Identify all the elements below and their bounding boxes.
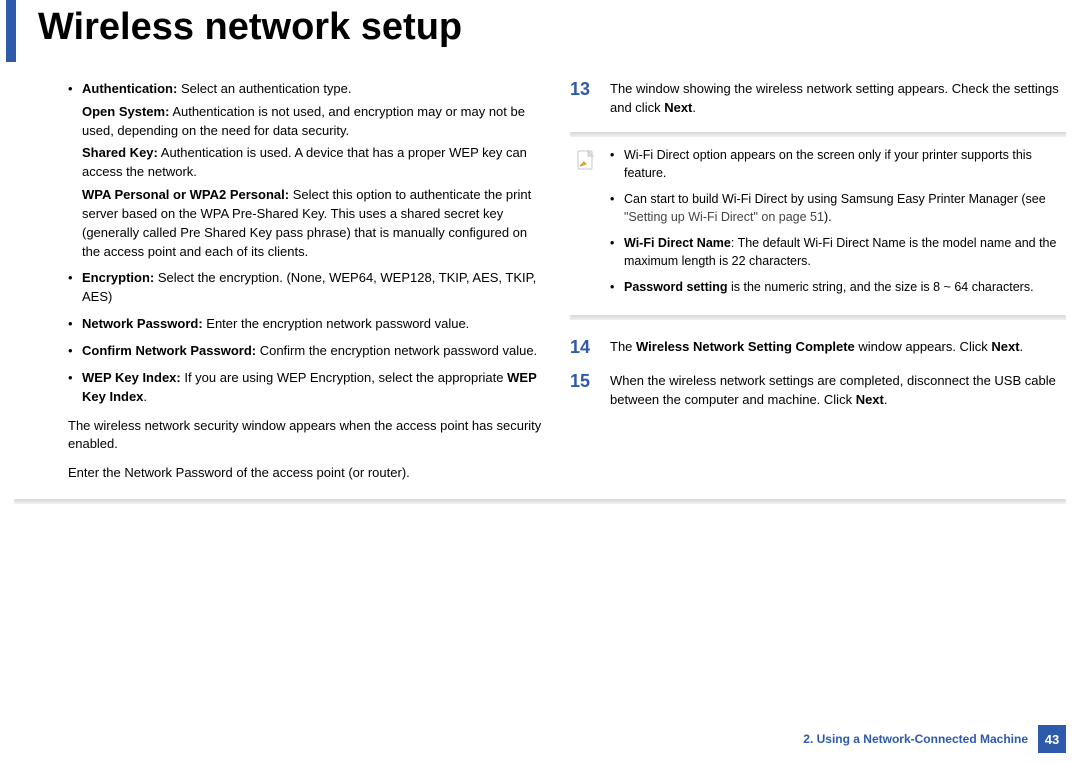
label: Next: [856, 392, 884, 407]
auth-wpa: WPA Personal or WPA2 Personal: Select th…: [82, 186, 546, 261]
text: window appears. Click: [855, 339, 992, 354]
label: Next: [991, 339, 1019, 354]
note-password-setting: Password setting is the numeric string, …: [610, 278, 1062, 296]
label: WPA Personal or WPA2 Personal:: [82, 187, 289, 202]
label: Open System:: [82, 104, 169, 119]
bullet-network-password: Network Password: Enter the encryption n…: [68, 315, 546, 334]
step-body: When the wireless network settings are c…: [610, 372, 1066, 410]
step-13: 13 The window showing the wireless netwo…: [570, 80, 1066, 118]
note-bullets: Wi-Fi Direct option appears on the scree…: [610, 146, 1062, 305]
label: Confirm Network Password:: [82, 343, 256, 358]
chapter-label: 2. Using a Network-Connected Machine: [803, 732, 1028, 746]
label: Password setting: [624, 280, 728, 294]
bullet-authentication: Authentication: Select an authentication…: [68, 80, 546, 262]
text: .: [143, 389, 147, 404]
text: is the numeric string, and the size is 8…: [728, 280, 1034, 294]
text: .: [884, 392, 888, 407]
right-column: 13 The window showing the wireless netwo…: [570, 80, 1066, 491]
label: Wireless Network Setting Complete: [636, 339, 855, 354]
bullet-wep-key-index: WEP Key Index: If you are using WEP Encr…: [68, 369, 546, 407]
text: Select an authentication type.: [177, 81, 351, 96]
label: Shared Key:: [82, 145, 158, 160]
label: WEP Key Index:: [82, 370, 181, 385]
note-samsung-manager: Can start to build Wi-Fi Direct by using…: [610, 190, 1062, 226]
step-14: 14 The Wireless Network Setting Complete…: [570, 338, 1066, 358]
auth-open-system: Open System: Authentication is not used,…: [82, 103, 546, 141]
text: The: [610, 339, 636, 354]
label: Next: [664, 100, 692, 115]
left-column: Authentication: Select an authentication…: [50, 80, 546, 491]
step-number: 13: [570, 80, 596, 118]
label: Wi-Fi Direct Name: [624, 236, 731, 250]
page-number-badge: 43: [1038, 725, 1066, 753]
page-ref: "Setting up Wi-Fi Direct" on page 51: [624, 210, 824, 224]
step-number: 15: [570, 372, 596, 410]
text: When the wireless network settings are c…: [610, 373, 1056, 407]
page-footer: 2. Using a Network-Connected Machine 43: [803, 725, 1066, 753]
note-wifi-direct-support: Wi-Fi Direct option appears on the scree…: [610, 146, 1062, 182]
security-window-note: The wireless network security window app…: [50, 417, 546, 455]
step-15: 15 When the wireless network settings ar…: [570, 372, 1066, 410]
text: Confirm the encryption network password …: [256, 343, 537, 358]
text: Can start to build Wi-Fi Direct by using…: [624, 192, 1046, 206]
note-box: Wi-Fi Direct option appears on the scree…: [570, 132, 1066, 321]
content-columns: Authentication: Select an authentication…: [0, 62, 1080, 491]
auth-shared-key: Shared Key: Authentication is used. A de…: [82, 144, 546, 182]
label: Authentication:: [82, 81, 177, 96]
label: Network Password:: [82, 316, 203, 331]
step-body: The Wireless Network Setting Complete wi…: [610, 338, 1066, 358]
text: .: [692, 100, 696, 115]
step-body: The window showing the wireless network …: [610, 80, 1066, 118]
step-number: 14: [570, 338, 596, 358]
note-icon: [572, 146, 600, 174]
page-title: Wireless network setup: [6, 0, 1080, 62]
enter-password-note: Enter the Network Password of the access…: [50, 464, 546, 483]
bullet-confirm-password: Confirm Network Password: Confirm the en…: [68, 342, 546, 361]
section-divider: [14, 499, 1066, 504]
label: Encryption:: [82, 270, 154, 285]
settings-bullet-list: Authentication: Select an authentication…: [50, 80, 546, 407]
note-wifi-direct-name: Wi-Fi Direct Name: The default Wi-Fi Dir…: [610, 234, 1062, 270]
bullet-encryption: Encryption: Select the encryption. (None…: [68, 269, 546, 307]
text: ).: [824, 210, 832, 224]
text: If you are using WEP Encryption, select …: [181, 370, 507, 385]
text: Enter the encryption network password va…: [203, 316, 470, 331]
text: .: [1020, 339, 1024, 354]
